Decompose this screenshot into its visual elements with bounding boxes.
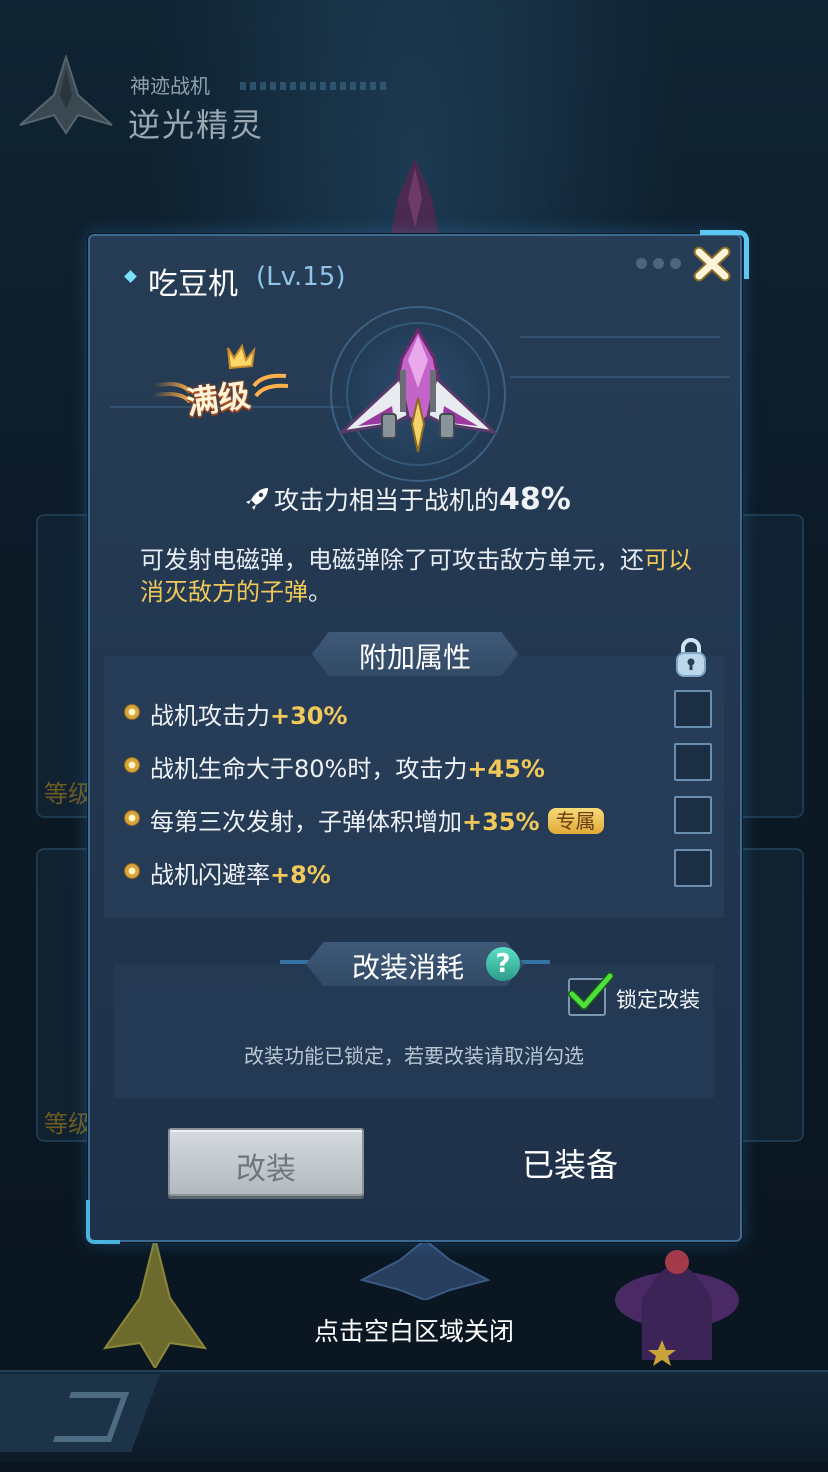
attribute-bullet-icon — [124, 863, 140, 879]
attribute-bonus: +35% — [462, 808, 540, 836]
description-text: 可发射电磁弹，电磁弹除了可攻击敌方单元，还 — [140, 546, 644, 574]
lock-icon — [676, 638, 706, 677]
bg-ship-yellow — [102, 1238, 208, 1368]
weapon-name: 吃豆机 — [148, 267, 238, 302]
cost-title: 改装消耗 — [352, 951, 465, 984]
checkmark-icon — [568, 972, 614, 1010]
equipped-status: 已装备 — [522, 1146, 619, 1184]
attack-ratio-value: 48% — [499, 482, 571, 517]
locked-hint: 改装功能已锁定，若要改装请取消勾选 — [244, 1044, 584, 1068]
circuit-line — [520, 336, 720, 338]
attribute-label: 每第三次发射，子弹体积增加 — [150, 808, 462, 836]
attribute-label: 战机生命大于80%时，攻击力 — [150, 755, 468, 783]
close-dots-decoration — [636, 258, 681, 269]
attribute-text: 战机生命大于80%时，攻击力+45% — [150, 749, 545, 784]
attribute-bullet-icon — [124, 810, 140, 826]
attribute-lock-checkbox[interactable] — [674, 796, 712, 834]
attribute-bonus: +45% — [467, 755, 545, 783]
attribute-row: 每第三次发射，子弹体积增加+35% 专属 — [124, 796, 718, 838]
attribute-label: 战机闪避率 — [150, 861, 270, 889]
max-level-label: 满级 — [183, 375, 253, 423]
attribute-bullet-icon — [124, 757, 140, 773]
bg-level-label-2: 等级 — [44, 1110, 92, 1138]
header-plane-icon — [19, 55, 113, 135]
circuit-line — [510, 376, 730, 378]
attribute-text: 每第三次发射，子弹体积增加+35% 专属 — [150, 802, 604, 837]
attribute-lock-checkbox[interactable] — [674, 690, 712, 728]
attribute-text: 战机攻击力+30% — [150, 696, 348, 731]
description-end: 。 — [308, 578, 332, 606]
modify-button[interactable]: 改装 — [168, 1128, 364, 1196]
crown-icon — [227, 343, 256, 370]
bg-ship-wizard — [615, 1250, 739, 1366]
bg-ship-blue — [360, 1240, 490, 1300]
attribute-lock-checkbox[interactable] — [674, 849, 712, 887]
close-hint[interactable]: 点击空白区域关闭 — [0, 1312, 828, 1348]
attribute-text: 战机闪避率+8% — [150, 855, 331, 890]
attribute-bonus: +30% — [270, 702, 348, 730]
rocket-icon — [246, 488, 268, 510]
attack-ratio-prefix: 攻击力相当于战机的 — [274, 486, 500, 515]
bg-plane-name: 逆光精灵 — [128, 106, 265, 144]
lock-modify-checkbox[interactable] — [568, 972, 614, 1016]
attack-ratio: 攻击力相当于战机的48% — [244, 481, 571, 517]
bg-category-label: 神迹战机 — [130, 74, 210, 98]
attribute-row: 战机攻击力+30% — [124, 690, 718, 732]
weapon-level: (Lv.15) — [256, 262, 346, 292]
attribute-label: 战机攻击力 — [150, 702, 270, 730]
bg-ship-top — [390, 158, 440, 238]
attribute-bullet-icon — [124, 704, 140, 720]
plane-image — [338, 328, 498, 453]
help-icon[interactable]: ? — [486, 947, 520, 981]
attribute-row: 战机闪避率+8% — [124, 849, 718, 891]
exclusive-badge: 专属 — [547, 808, 604, 834]
attribute-row: 战机生命大于80%时，攻击力+45% — [124, 743, 718, 785]
lock-modify-label: 锁定改装 — [616, 988, 700, 1012]
modify-button-label: 改装 — [236, 1152, 296, 1187]
weapon-description: 可发射电磁弹，电磁弹除了可攻击敌方单元，还可以消灭敌方的子弹。 — [140, 544, 700, 608]
bg-title-stripes — [240, 82, 390, 90]
attribute-lock-checkbox[interactable] — [674, 743, 712, 781]
modal-corner-decoration — [86, 1200, 120, 1244]
attribute-bonus: +8% — [270, 861, 331, 889]
close-icon[interactable] — [690, 244, 734, 284]
attributes-title: 附加属性 — [358, 641, 471, 674]
bg-level-label-1: 等级 — [44, 780, 92, 808]
